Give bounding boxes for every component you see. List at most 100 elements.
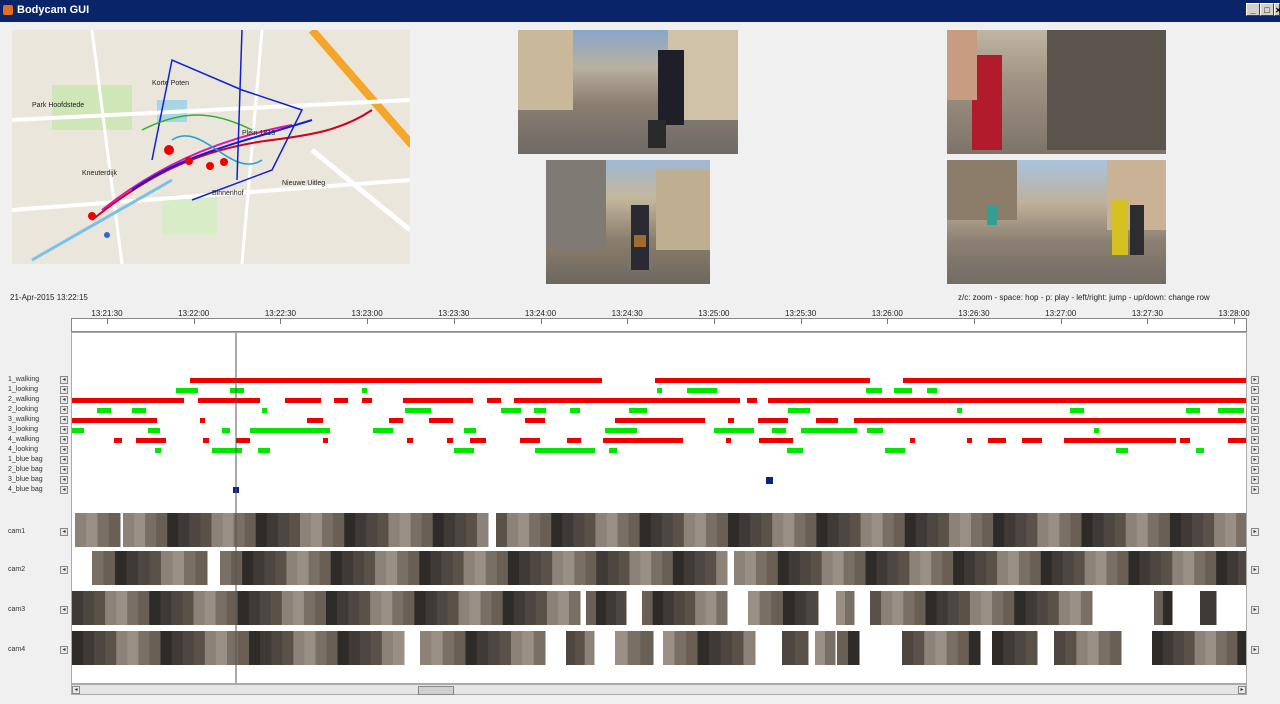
walking-segment[interactable] [323,438,328,443]
camera-thumbnail[interactable] [138,551,150,585]
looking-segment[interactable] [1218,408,1244,413]
camera-thumbnail[interactable] [1080,591,1093,625]
walking-segment[interactable] [389,418,403,423]
video-frame-cam2[interactable] [546,160,710,284]
camera-thumbnail[interactable] [562,513,574,547]
camera-thumbnail[interactable] [640,551,652,585]
camera-thumbnail[interactable] [1025,631,1038,665]
camera-thumbnail[interactable] [960,513,972,547]
row-next-button[interactable]: ▸ [1251,406,1259,414]
camera-thumbnail[interactable] [607,551,620,585]
camera-thumbnail[interactable] [1150,551,1162,585]
camera-thumbnail[interactable] [782,631,796,665]
video-frame-cam4[interactable] [947,160,1166,284]
looking-segment[interactable] [687,388,717,393]
camera-thumbnail[interactable] [1169,513,1182,547]
camera-thumbnail[interactable] [1070,513,1083,547]
scroll-thumb[interactable] [418,686,454,695]
camera-thumbnail[interactable] [650,513,663,547]
camera-thumbnail[interactable] [832,551,845,585]
looking-segment[interactable] [609,448,617,453]
looking-segment[interactable] [464,428,476,433]
camera-thumbnail[interactable] [178,513,190,547]
camera-prev-button[interactable]: ◂ [60,606,68,614]
camera-thumbnail[interactable] [249,631,261,665]
camera-thumbnail[interactable] [270,591,283,625]
camera-thumbnail[interactable] [893,513,906,547]
camera-thumbnail[interactable] [94,591,106,625]
row-next-button[interactable]: ▸ [1251,376,1259,384]
walking-segment[interactable] [816,418,838,423]
camera-thumbnail[interactable] [574,551,586,585]
camera-thumbnail[interactable] [425,591,437,625]
route-map[interactable]: Park Hoofdstede Korte Poten Plein 1813 N… [12,30,410,264]
walking-segment[interactable] [429,418,453,423]
camera-thumbnail[interactable] [149,551,162,585]
camera-thumbnail[interactable] [431,631,444,665]
camera-thumbnail[interactable] [330,551,343,585]
looking-segment[interactable] [250,428,330,433]
camera-thumbnail[interactable] [1139,551,1151,585]
camera-thumbnail[interactable] [761,513,773,547]
camera-thumbnail[interactable] [1004,513,1016,547]
camera-thumbnail[interactable] [971,513,983,547]
camera-thumbnail[interactable] [184,551,196,585]
camera-thumbnail[interactable] [436,591,448,625]
camera-thumbnail[interactable] [755,551,768,585]
row-next-button[interactable]: ▸ [1251,446,1259,454]
looking-segment[interactable] [222,428,230,433]
camera-thumbnail[interactable] [1003,591,1015,625]
camera-thumbnail[interactable] [465,631,478,665]
camera-thumbnail[interactable] [1003,631,1015,665]
looking-segment[interactable] [148,428,160,433]
camera-thumbnail[interactable] [697,631,710,665]
camera-thumbnail[interactable] [172,551,185,585]
camera-thumbnail[interactable] [452,551,465,585]
camera-thumbnail[interactable] [617,513,630,547]
camera-thumbnail[interactable] [920,551,932,585]
camera-thumbnail[interactable] [326,631,339,665]
camera-thumbnail[interactable] [363,551,376,585]
camera-thumbnail[interactable] [115,551,127,585]
camera-thumbnail[interactable] [783,513,795,547]
camera-thumbnail[interactable] [1109,631,1122,665]
looking-segment[interactable] [535,448,595,453]
row-prev-button[interactable]: ◂ [60,466,68,474]
camera-thumbnail[interactable] [794,513,806,547]
camera-thumbnail[interactable] [1076,631,1088,665]
camera-thumbnail[interactable] [105,591,117,625]
camera-thumbnail[interactable] [370,591,382,625]
looking-segment[interactable] [772,428,786,433]
camera-thumbnail[interactable] [551,513,563,547]
camera-thumbnail[interactable] [171,591,183,625]
row-prev-button[interactable]: ◂ [60,376,68,384]
camera-thumbnail[interactable] [1087,631,1100,665]
camera-thumbnail[interactable] [1180,513,1193,547]
camera-thumbnail[interactable] [788,551,801,585]
camera-thumbnail[interactable] [454,513,467,547]
camera-thumbnail[interactable] [83,591,95,625]
camera-thumbnail[interactable] [160,631,173,665]
camera-thumbnail[interactable] [1062,551,1075,585]
camera-thumbnail[interactable] [1095,551,1108,585]
row-next-button[interactable]: ▸ [1251,486,1259,494]
walking-segment[interactable] [854,418,1247,423]
row-next-button[interactable]: ▸ [1251,396,1259,404]
camera-thumbnail[interactable] [720,631,733,665]
camera-thumbnail[interactable] [441,551,453,585]
camera-thumbnail[interactable] [215,591,228,625]
camera-thumbnail[interactable] [606,591,617,625]
camera-thumbnail[interactable] [386,551,398,585]
camera-thumbnail[interactable] [1051,551,1064,585]
camera-thumbnail[interactable] [442,631,455,665]
looking-segment[interactable] [1094,428,1099,433]
camera-thumbnail[interactable] [1117,551,1129,585]
camera-thumbnail[interactable] [615,631,629,665]
camera-thumbnail[interactable] [651,551,663,585]
camera-thumbnail[interactable] [694,551,706,585]
camera-thumbnail[interactable] [193,631,206,665]
row-prev-button[interactable]: ◂ [60,456,68,464]
camera-thumbnail[interactable] [992,591,1004,625]
camera-thumbnail[interactable] [777,551,790,585]
camera-thumbnail[interactable] [709,631,721,665]
